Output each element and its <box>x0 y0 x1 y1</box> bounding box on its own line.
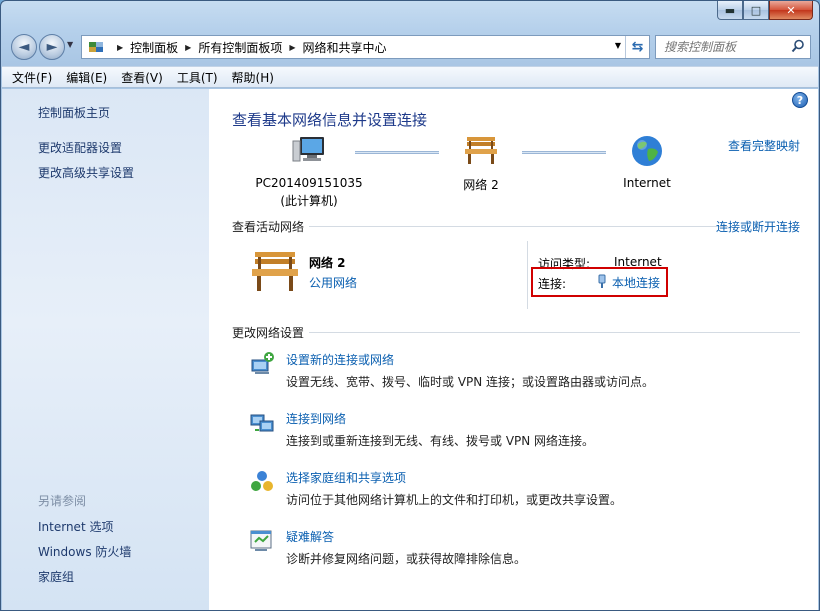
view-full-map-link[interactable]: 查看完整映射 <box>728 137 800 154</box>
map-connector-line <box>522 151 606 154</box>
computer-icon <box>292 137 326 170</box>
sidebar-link-internet-options[interactable]: Internet 选项 <box>38 518 113 535</box>
task-homegroup-desc: 访问位于其他网络计算机上的文件和打印机，或更改共享设置。 <box>286 493 623 507</box>
network-node-name: 网络 2 <box>463 178 499 192</box>
active-network: 网络 2 公用网络 <box>249 249 509 299</box>
main-content: ? 查看基本网络信息并设置连接 查看完整映射 PC201409151035 (此… <box>209 89 818 610</box>
address-bar[interactable]: ▶ 控制面板 ▶ 所有控制面板项 ▶ 网络和共享中心 ▼ ⇆ <box>81 35 650 59</box>
menu-help[interactable]: 帮助(H) <box>232 69 274 86</box>
breadcrumb-separator-icon[interactable]: ▶ <box>117 43 123 52</box>
navigation-bar: ◄ ► ▼ ▶ 控制面板 ▶ 所有控制面板项 ▶ 网络和共享中心 ▼ ⇆ <box>9 32 811 60</box>
homegroup-icon <box>249 469 275 495</box>
task-troubleshoot-link[interactable]: 疑难解答 <box>286 528 334 545</box>
maximize-button[interactable]: □ <box>743 1 769 20</box>
section-divider <box>309 332 800 333</box>
internet-node-name: Internet <box>623 176 671 190</box>
task-new-connection-desc: 设置无线、宽带、拨号、临时或 VPN 连接；或设置路由器或访问点。 <box>286 375 655 389</box>
forward-button[interactable]: ► <box>39 34 65 60</box>
address-dropdown-icon[interactable]: ▼ <box>615 41 621 50</box>
task-connect-network-link[interactable]: 连接到网络 <box>286 410 346 427</box>
menu-view[interactable]: 查看(V) <box>121 69 163 86</box>
window: ▬ □ ✕ ◄ ► ▼ ▶ 控制面板 ▶ 所有控制面板项 ▶ 网络和共享中心 ▼ <box>0 0 820 611</box>
computer-name: PC201409151035 <box>255 176 363 190</box>
network-type-link[interactable]: 公用网络 <box>309 274 357 291</box>
vertical-divider <box>527 241 528 309</box>
sidebar: 控制面板主页 更改适配器设置 更改高级共享设置 另请参阅 Internet 选项… <box>2 89 209 610</box>
task-troubleshoot-desc: 诊断并修复网络问题，或获得故障排除信息。 <box>286 552 527 566</box>
bench-icon <box>463 137 499 168</box>
connect-disconnect-link[interactable]: 连接或断开连接 <box>716 218 800 235</box>
sidebar-link-adapter-settings[interactable]: 更改适配器设置 <box>38 139 122 156</box>
search-box[interactable] <box>655 35 811 59</box>
section-divider <box>309 226 728 227</box>
breadcrumb-all-items[interactable]: 所有控制面板项 <box>198 39 282 56</box>
connect-network-icon <box>249 410 275 436</box>
minimize-button[interactable]: ▬ <box>717 1 743 20</box>
task-connect-network-desc: 连接到或重新连接到无线、有线、拨号或 VPN 网络连接。 <box>286 434 595 448</box>
task-new-connection-link[interactable]: 设置新的连接或网络 <box>286 351 394 368</box>
breadcrumb-separator-icon[interactable]: ▶ <box>289 43 295 52</box>
breadcrumb-control-panel[interactable]: 控制面板 <box>130 39 178 56</box>
menu-file[interactable]: 文件(F) <box>12 69 52 86</box>
sidebar-link-firewall[interactable]: Windows 防火墙 <box>38 543 131 560</box>
sidebar-link-advanced-sharing[interactable]: 更改高级共享设置 <box>38 164 134 181</box>
recent-pages-dropdown-icon[interactable]: ▼ <box>67 40 73 49</box>
menu-edit[interactable]: 编辑(E) <box>66 69 107 86</box>
page-title: 查看基本网络信息并设置连接 <box>232 111 428 129</box>
control-panel-icon <box>88 39 104 55</box>
breadcrumb-separator-icon[interactable]: ▶ <box>185 43 191 52</box>
change-settings-heading: 更改网络设置 <box>232 326 305 340</box>
menu-tools[interactable]: 工具(T) <box>177 69 218 86</box>
map-node-computer: PC201409151035 (此计算机) <box>249 135 369 209</box>
new-connection-icon <box>249 351 275 377</box>
map-node-network: 网络 2 <box>441 135 521 193</box>
map-node-internet: Internet <box>607 135 687 190</box>
back-button[interactable]: ◄ <box>11 34 37 60</box>
active-networks-heading: 查看活动网络 <box>232 220 305 234</box>
menu-bar: 文件(F) 编辑(E) 查看(V) 工具(T) 帮助(H) <box>2 66 818 88</box>
highlight-box <box>531 267 668 297</box>
see-also-heading: 另请参阅 <box>38 494 87 508</box>
help-icon[interactable]: ? <box>792 92 808 108</box>
task-homegroup-link[interactable]: 选择家庭组和共享选项 <box>286 469 406 486</box>
window-controls: ▬ □ ✕ <box>717 1 813 20</box>
active-network-name: 网络 2 <box>309 256 346 270</box>
refresh-icon[interactable]: ⇆ <box>625 36 649 58</box>
globe-icon <box>631 136 663 170</box>
sidebar-link-homegroup[interactable]: 家庭组 <box>38 568 74 585</box>
sidebar-link-control-panel-home[interactable]: 控制面板主页 <box>38 104 110 121</box>
close-button[interactable]: ✕ <box>769 1 813 20</box>
troubleshoot-icon <box>249 528 275 554</box>
search-icon[interactable] <box>791 39 805 56</box>
computer-sublabel: (此计算机) <box>280 194 338 208</box>
breadcrumb-network-center[interactable]: 网络和共享中心 <box>303 39 387 56</box>
bench-icon <box>249 249 301 296</box>
search-input[interactable] <box>662 39 792 55</box>
map-connector-line <box>355 151 439 154</box>
